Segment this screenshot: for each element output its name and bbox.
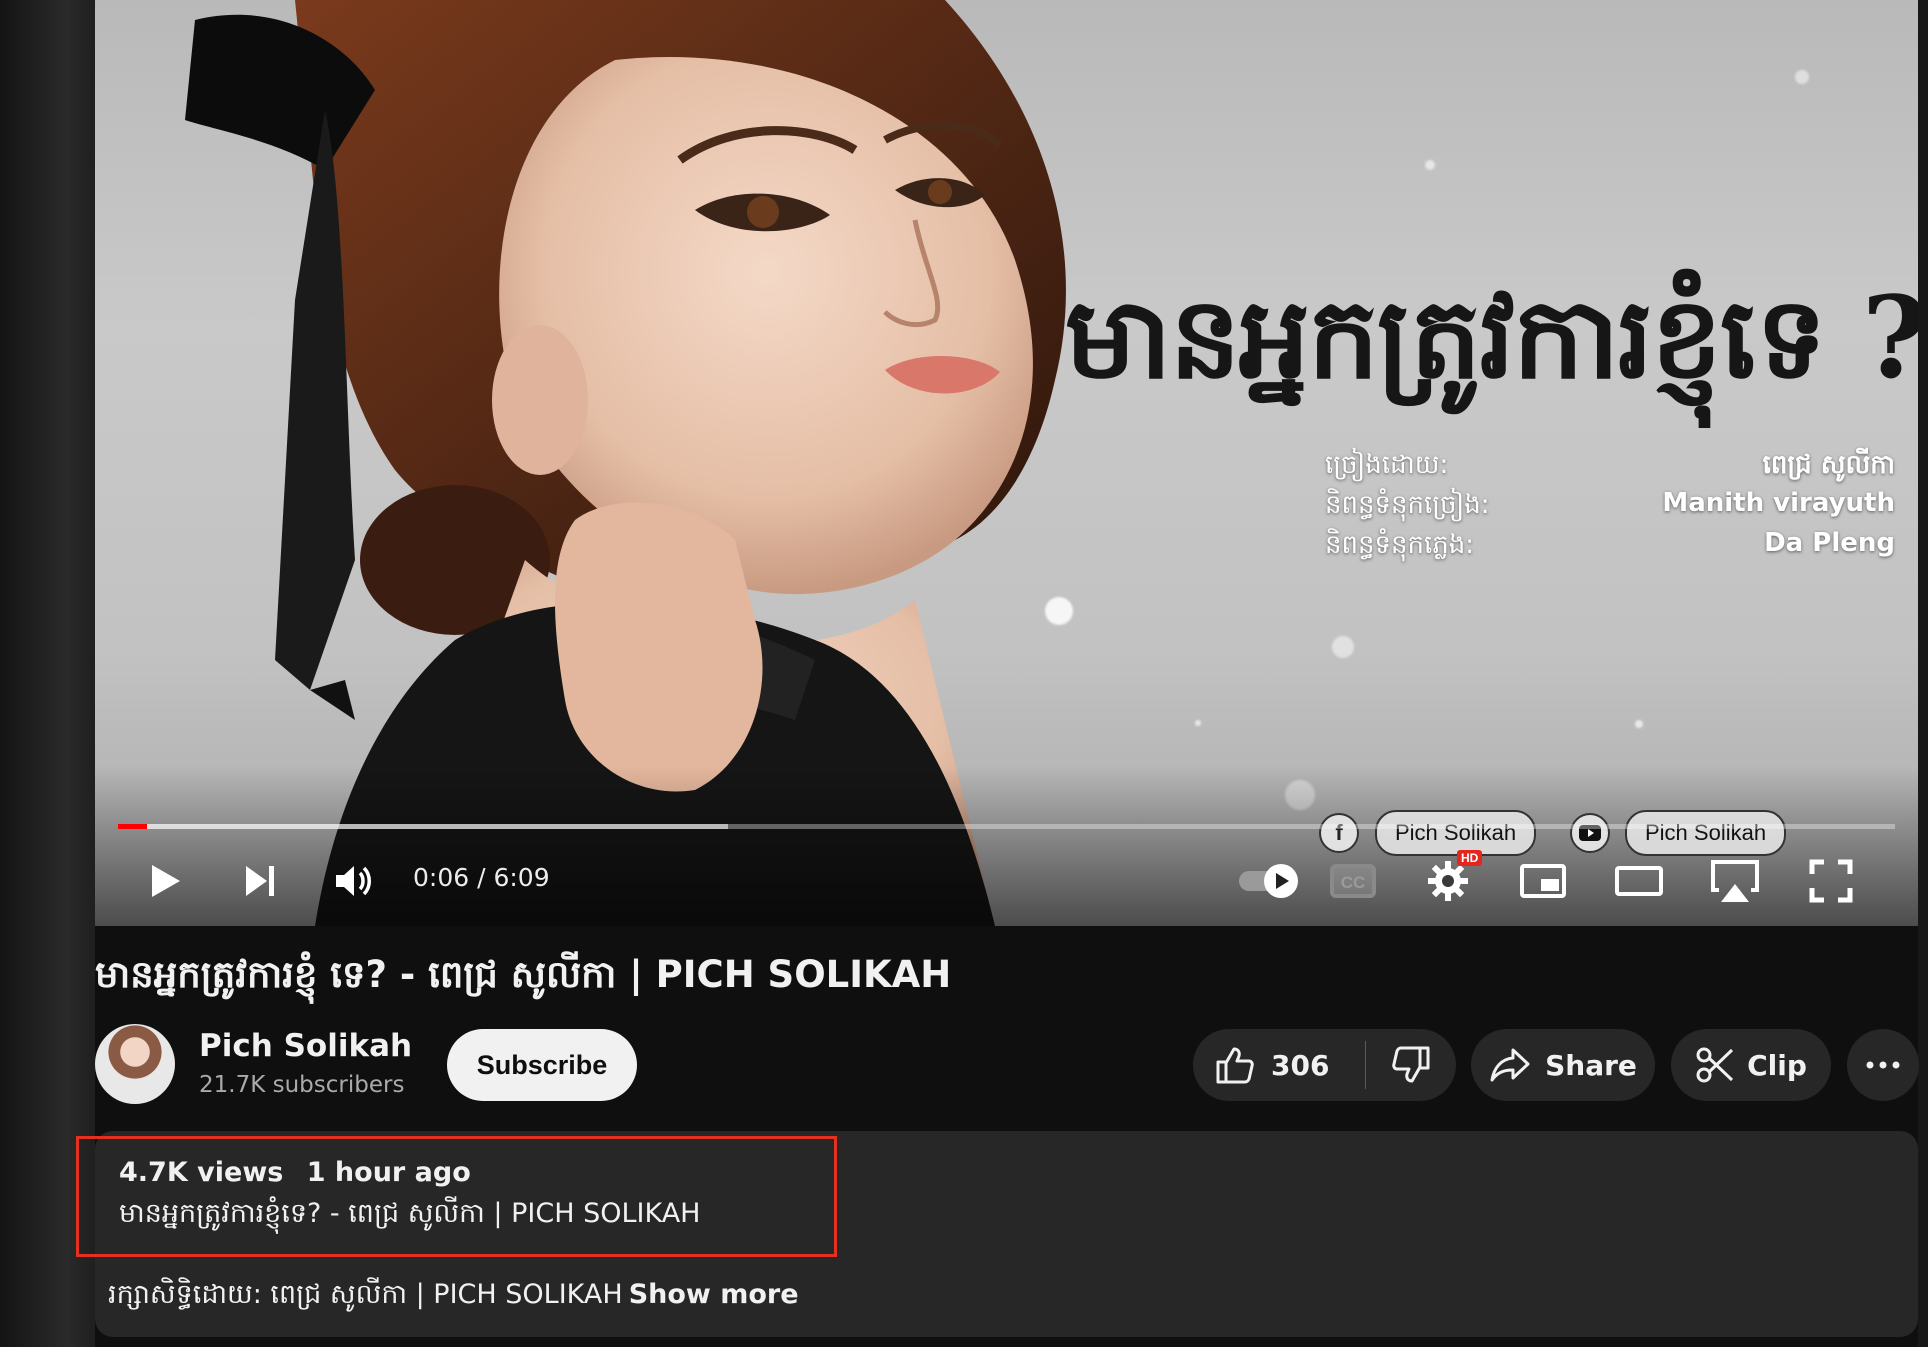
copyright-text: រក្សាសិទ្ធិដោយ: ពេជ្រ សូលីកា | PICH SOLI… bbox=[108, 1279, 623, 1310]
snow-particle bbox=[1635, 720, 1643, 728]
fullscreen-icon bbox=[1809, 859, 1853, 903]
thumbs-up-icon bbox=[1216, 1047, 1254, 1084]
theater-mode-button[interactable] bbox=[1611, 858, 1667, 904]
closed-captions-icon: CC bbox=[1330, 864, 1376, 898]
progress-bar[interactable] bbox=[118, 824, 1895, 829]
like-count: 306 bbox=[1271, 1048, 1330, 1082]
autoplay-toggle-icon bbox=[1239, 864, 1298, 898]
credit-value: Da Pleng bbox=[1764, 528, 1895, 558]
volume-icon bbox=[336, 866, 371, 896]
credit-value: ពេជ្រ សូលីកា bbox=[1762, 450, 1895, 480]
credit-label: និពន្ធទំនុកភ្លេង: bbox=[1325, 530, 1475, 560]
airplay-icon bbox=[1711, 860, 1759, 902]
play-icon bbox=[152, 865, 180, 897]
upload-age: 1 hour ago bbox=[306, 1157, 471, 1188]
more-actions-button[interactable] bbox=[1847, 1029, 1919, 1101]
subscribe-button[interactable]: Subscribe bbox=[447, 1029, 637, 1101]
time-total: 6:09 bbox=[493, 863, 550, 892]
progress-played bbox=[118, 824, 147, 829]
volume-button[interactable] bbox=[329, 856, 379, 906]
credit-label: ច្រៀងដោយ: bbox=[1325, 450, 1449, 480]
thumbnail-credit-lyricist: និពន្ធទំនុកច្រៀង: Manith virayuth bbox=[1325, 488, 1895, 526]
fullscreen-button[interactable] bbox=[1803, 855, 1859, 907]
credit-label: និពន្ធទំនុកច្រៀង: bbox=[1325, 490, 1490, 520]
video-title: មានអ្នកត្រូវការខ្ញុំ ទេ? - ពេជ្រ សូលីកា … bbox=[95, 953, 952, 996]
description-copyright-line: រក្សាសិទ្ធិដោយ: ពេជ្រ សូលីកា | PICH SOLI… bbox=[108, 1278, 799, 1317]
airplay-button[interactable] bbox=[1707, 855, 1763, 907]
view-count: 4.7K views bbox=[119, 1157, 284, 1188]
svg-text:CC: CC bbox=[1341, 873, 1366, 892]
next-button[interactable] bbox=[235, 856, 285, 906]
subscriber-count: 21.7K subscribers bbox=[199, 1072, 405, 1098]
captions-button[interactable]: CC bbox=[1325, 858, 1381, 904]
share-label: Share bbox=[1545, 1048, 1637, 1082]
share-icon bbox=[1490, 1048, 1530, 1082]
view-stats: 4.7K views 1 hour ago bbox=[119, 1157, 485, 1188]
youtube-card-label[interactable]: Pich Solikah bbox=[1625, 810, 1787, 856]
clip-button[interactable]: Clip bbox=[1671, 1029, 1831, 1101]
dislike-button[interactable] bbox=[1366, 1029, 1456, 1101]
share-button[interactable]: Share bbox=[1471, 1029, 1655, 1101]
time-current: 0:06 bbox=[413, 863, 470, 892]
time-display: 0:06 / 6:09 bbox=[413, 863, 550, 892]
snow-particle bbox=[1795, 70, 1809, 84]
description-title-line: មានអ្នកត្រូវការខ្ញុំទេ? - ពេជ្រ សូលីកា |… bbox=[119, 1198, 701, 1229]
scissors-icon bbox=[1696, 1047, 1734, 1083]
snow-particle bbox=[1425, 160, 1435, 170]
clip-label: Clip bbox=[1747, 1048, 1807, 1082]
autoplay-toggle[interactable] bbox=[1235, 860, 1311, 902]
youtube-card-icon[interactable] bbox=[1570, 813, 1610, 853]
facebook-card-label[interactable]: Pich Solikah bbox=[1375, 810, 1537, 856]
page-right-margin bbox=[1918, 0, 1928, 1347]
snow-particle bbox=[1332, 636, 1354, 658]
snow-particle bbox=[1195, 720, 1201, 726]
channel-name[interactable]: Pich Solikah bbox=[199, 1028, 412, 1064]
like-button[interactable]: 306 bbox=[1193, 1029, 1365, 1101]
hd-badge: HD bbox=[1457, 850, 1483, 866]
miniplayer-icon bbox=[1520, 864, 1566, 898]
progress-buffered bbox=[118, 824, 728, 829]
miniplayer-button[interactable] bbox=[1515, 858, 1571, 904]
video-player[interactable]: មានអ្នកត្រូវការខ្ញុំទេ ? ច្រៀងដោយ: ពេជ្រ… bbox=[95, 0, 1918, 926]
facebook-card-icon[interactable]: f bbox=[1319, 813, 1359, 853]
thumbs-down-icon bbox=[1392, 1046, 1430, 1083]
time-separator: / bbox=[469, 863, 494, 892]
channel-avatar[interactable] bbox=[95, 1024, 175, 1104]
thumbnail-credit-composer: និពន្ធទំនុកភ្លេង: Da Pleng bbox=[1325, 528, 1895, 566]
credit-value: Manith virayuth bbox=[1662, 488, 1895, 518]
skip-next-icon bbox=[246, 866, 274, 896]
theater-mode-icon bbox=[1615, 866, 1663, 896]
show-more-button[interactable]: Show more bbox=[629, 1279, 799, 1310]
thumbnail-credit-singer: ច្រៀងដោយ: ពេជ្រ សូលីកា bbox=[1325, 448, 1895, 486]
play-button[interactable] bbox=[140, 856, 190, 906]
like-dislike-group: 306 bbox=[1193, 1029, 1456, 1101]
more-horizontal-icon bbox=[1866, 1061, 1900, 1069]
thumbnail-song-title: មានអ្នកត្រូវការខ្ញុំទេ ? bbox=[1065, 273, 1918, 404]
